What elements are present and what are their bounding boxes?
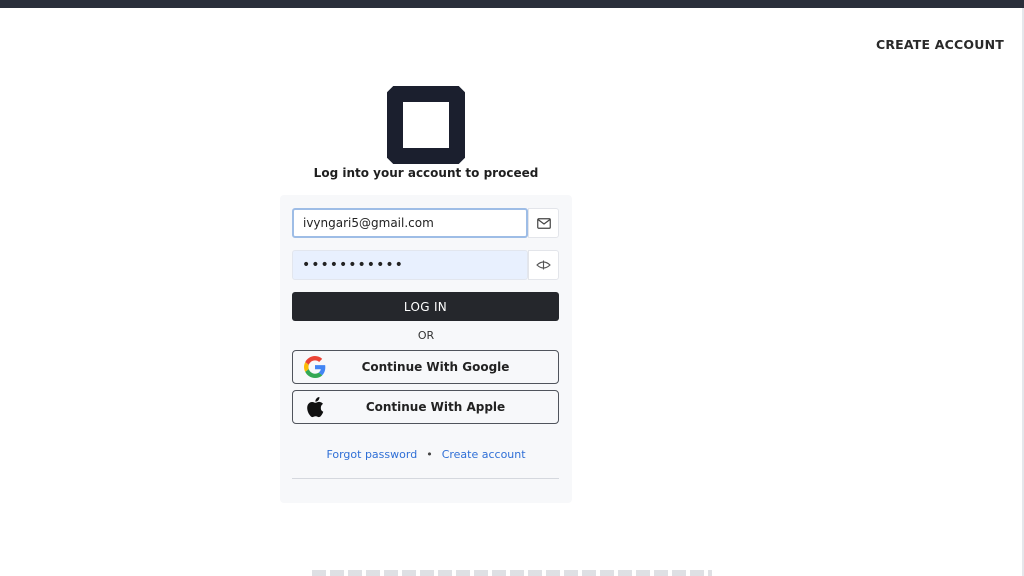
login-card: ivyngari5@gmail.com ••••••••••• LOG IN O… [280,195,572,503]
email-input[interactable]: ivyngari5@gmail.com [292,208,528,238]
password-input[interactable]: ••••••••••• [292,250,528,280]
brand-logo [387,86,465,164]
google-icon [304,356,326,378]
create-account-link[interactable]: Create account [442,448,526,461]
apple-button-label: Continue With Apple [365,400,506,414]
browser-top-bar [0,0,1024,8]
continue-with-google-button[interactable]: Continue With Google [292,350,559,384]
link-separator: • [426,448,433,461]
cut-off-footer-text [312,570,712,576]
login-button[interactable]: LOG IN [292,292,559,321]
email-addon [528,208,559,238]
or-divider-text: OR [417,329,435,342]
continue-with-apple-button[interactable]: Continue With Apple [292,390,559,424]
forgot-password-link[interactable]: Forgot password [326,448,417,461]
login-subtitle: Log into your account to proceed [313,166,539,180]
google-button-label: Continue With Google [361,360,510,374]
envelope-icon [536,217,551,229]
card-divider [292,478,559,479]
create-account-nav-link[interactable]: CREATE ACCOUNT [876,37,1004,52]
auth-links: Forgot password • Create account [280,448,572,461]
eye-icon [536,260,551,270]
password-toggle[interactable] [528,250,559,280]
apple-icon [304,396,326,418]
